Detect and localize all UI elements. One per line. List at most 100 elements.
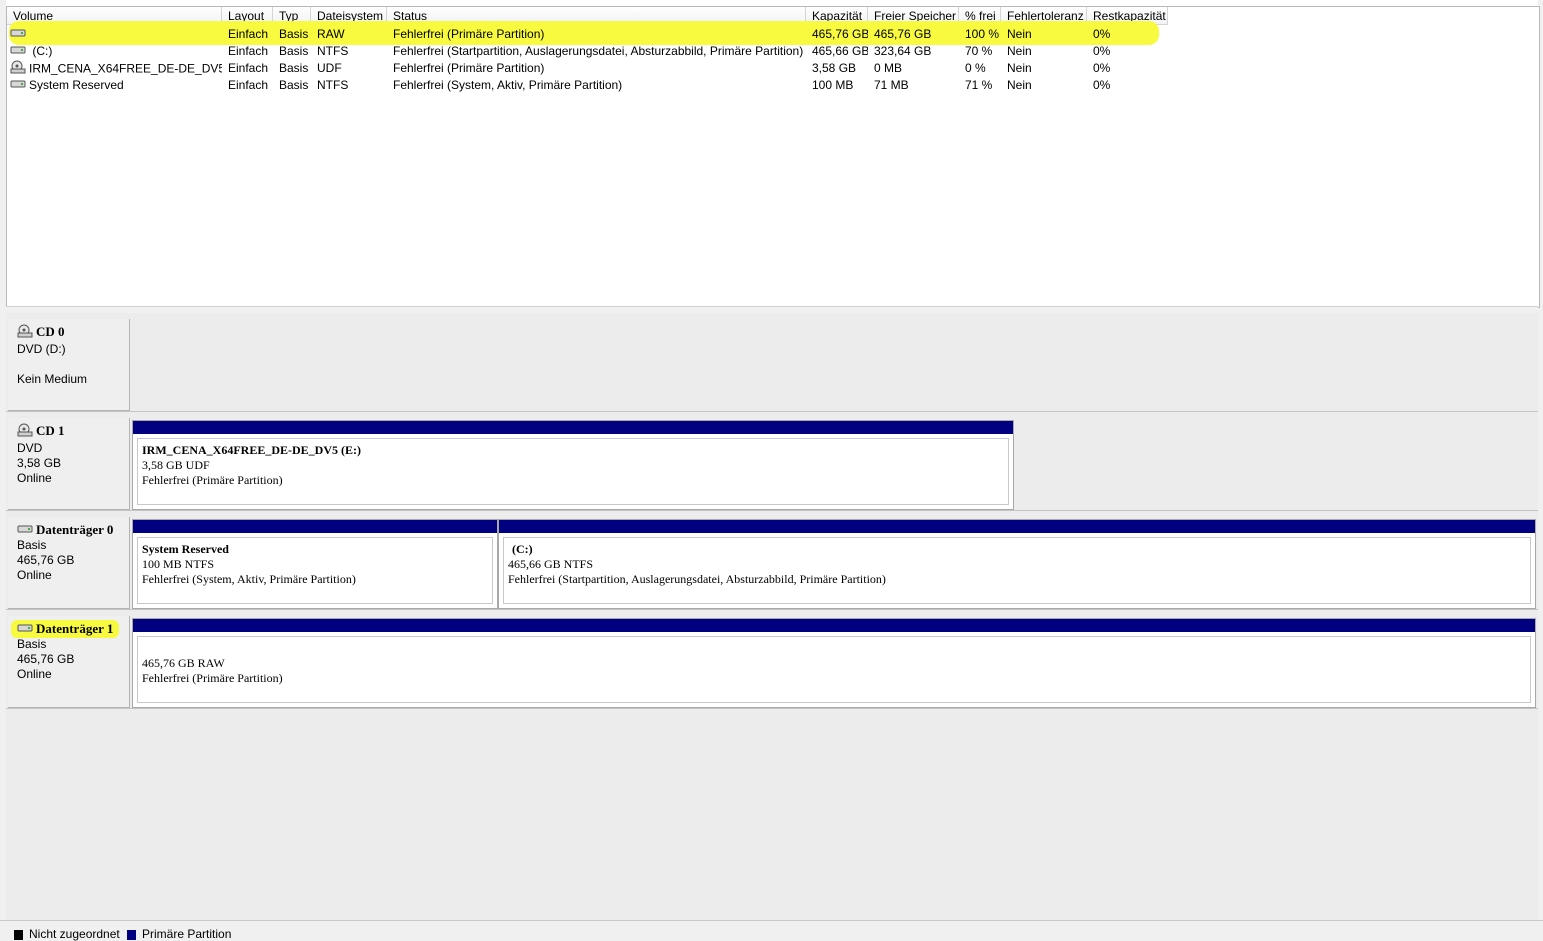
freier-speicher-cell: 71 MB xyxy=(874,78,909,92)
kapazitaet-cell: 465,76 GB xyxy=(812,27,868,41)
volume-cell: System Reserved xyxy=(7,77,222,94)
disk-label-cd0[interactable]: CD 0 DVD (D:) Kein Medium xyxy=(8,319,130,411)
partition-title: System Reserved xyxy=(142,542,229,556)
restkapazitaet-cell: 0% xyxy=(1093,44,1111,58)
disk-info-line: 465,76 GB xyxy=(17,652,75,667)
volume-name: IRM_CENA_X64FREE_DE-DE_DV5 (E:) xyxy=(29,61,222,76)
freier-speicher-cell: 323,64 GB xyxy=(874,44,932,58)
disk-info-line: Basis xyxy=(17,637,47,652)
legend-bar: Nicht zugeordnet Primäre Partition xyxy=(0,920,1543,941)
disk-row-cd1: CD 1 DVD 3,58 GB Online IRM_CENA_X64FREE… xyxy=(6,412,1538,511)
kapazitaet-cell: 100 MB xyxy=(812,78,854,92)
fehlertoleranz-cell: Nein xyxy=(1007,44,1032,58)
volume-row[interactable]: (C:) Einfach Basis NTFS Fehlerfrei (Star… xyxy=(7,43,1539,60)
hard-disk-icon xyxy=(10,43,26,60)
volume-name: (C:) xyxy=(29,44,53,58)
kapazitaet-cell: 465,66 GB xyxy=(812,44,868,58)
disk-separator xyxy=(6,708,1538,709)
disk-info-line: DVD xyxy=(17,441,43,455)
disk-info-line: 3,58 GB xyxy=(17,456,62,470)
legend-label-primary: Primäre Partition xyxy=(142,927,232,941)
legend-swatch-primary xyxy=(127,930,136,940)
freier-speicher-cell: 465,76 GB xyxy=(874,27,932,41)
disk-info-line xyxy=(17,357,129,372)
volume-row[interactable]: System Reserved Einfach Basis NTFS Fehle… xyxy=(7,77,1539,94)
partition-status: Fehlerfrei (Primäre Partition) xyxy=(142,473,283,487)
disk-info-line: Kein Medium xyxy=(17,372,88,386)
disk-label-datentraeger0[interactable]: Datenträger 0 Basis 465,76 GB Online xyxy=(8,517,130,609)
prozent-frei-cell: 70 % xyxy=(965,44,993,58)
partition-size: 465,76 GB RAW xyxy=(142,656,225,670)
disk-info-line: Online xyxy=(17,471,52,485)
disk-graphical-view: CD 0 DVD (D:) Kein Medium CD 1 DVD 3,58 … xyxy=(6,313,1538,920)
partition-title: (C:) xyxy=(512,542,533,556)
freier-speicher-cell: 0 MB xyxy=(874,61,903,75)
restkapazitaet-cell: 0% xyxy=(1093,61,1111,75)
partition-details: 465,76 GB RAW Fehlerfrei (Primäre Partit… xyxy=(137,636,1531,703)
prozent-frei-cell: 100 % xyxy=(965,27,1000,41)
fehlertoleranz-cell: Nein xyxy=(1007,78,1032,92)
primary-partition-bar xyxy=(133,421,1013,434)
partition-c[interactable]: (C:) 465,66 GB NTFS Fehlerfrei (Startpar… xyxy=(498,519,1536,609)
disk-row-datentraeger1: Datenträger 1 Basis 465,76 GB Online 465… xyxy=(6,610,1538,709)
dateisystem-cell: NTFS xyxy=(317,44,349,58)
disk-title-line: Datenträger 1 xyxy=(11,620,129,638)
hard-disk-icon xyxy=(10,26,26,43)
disk-info-line: Online xyxy=(17,667,52,682)
restkapazitaet-cell: 0% xyxy=(1093,78,1111,92)
prozent-frei-cell: 71 % xyxy=(965,78,993,92)
hard-disk-icon xyxy=(17,622,33,637)
partition-details: System Reserved 100 MB NTFS Fehlerfrei (… xyxy=(137,537,493,604)
primary-partition-bar xyxy=(133,520,497,533)
typ-cell: Basis xyxy=(279,27,309,41)
volume-cell: IRM_CENA_X64FREE_DE-DE_DV5 (E:) xyxy=(7,60,222,77)
partition-size: 100 MB NTFS xyxy=(142,557,215,571)
disk-info-line: Online xyxy=(17,568,52,583)
cd-drive-icon xyxy=(17,423,33,441)
disk-name: Datenträger 0 xyxy=(36,522,114,537)
layout-cell: Einfach xyxy=(228,27,269,41)
typ-cell: Basis xyxy=(279,61,309,75)
volume-list[interactable]: Volume Layout Typ Dateisystem Status Kap… xyxy=(6,6,1540,308)
dvd-drive-icon xyxy=(10,60,26,77)
layout-cell: Einfach xyxy=(228,61,269,75)
primary-partition-bar xyxy=(499,520,1535,533)
partition-title xyxy=(142,641,1530,656)
hard-disk-icon xyxy=(17,523,33,538)
layout-cell: Einfach xyxy=(228,78,269,92)
volume-name: System Reserved xyxy=(29,78,124,92)
kapazitaet-cell: 3,58 GB xyxy=(812,61,857,75)
partition-raw[interactable]: 465,76 GB RAW Fehlerfrei (Primäre Partit… xyxy=(132,618,1536,708)
typ-cell: Basis xyxy=(279,78,309,92)
volume-row[interactable]: IRM_CENA_X64FREE_DE-DE_DV5 (E:) Einfach … xyxy=(7,60,1539,77)
partition-status: Fehlerfrei (Startpartition, Auslagerungs… xyxy=(508,572,886,586)
partition-e[interactable]: IRM_CENA_X64FREE_DE-DE_DV5 (E:) 3,58 GB … xyxy=(132,420,1014,510)
legend-label-unallocated: Nicht zugeordnet xyxy=(29,927,120,941)
legend-swatch-unallocated xyxy=(14,930,23,940)
volume-cell: (C:) xyxy=(7,43,222,60)
disk-label-datentraeger1[interactable]: Datenträger 1 Basis 465,76 GB Online xyxy=(8,616,130,708)
disk-info-line: 465,76 GB xyxy=(17,553,75,568)
status-cell: Fehlerfrei (System, Aktiv, Primäre Parti… xyxy=(393,78,623,92)
disk-row-datentraeger0: Datenträger 0 Basis 465,76 GB Online Sys… xyxy=(6,511,1538,610)
disk-label-cd1[interactable]: CD 1 DVD 3,58 GB Online xyxy=(8,418,130,510)
partition-status: Fehlerfrei (System, Aktiv, Primäre Parti… xyxy=(142,572,356,586)
volume-row[interactable]: Einfach Basis RAW Fehlerfrei (Primäre Pa… xyxy=(7,21,1539,45)
prozent-frei-cell: 0 % xyxy=(965,61,986,75)
partition-status: Fehlerfrei (Primäre Partition) xyxy=(142,671,283,685)
typ-cell: Basis xyxy=(279,44,309,58)
dateisystem-cell: UDF xyxy=(317,61,342,75)
restkapazitaet-cell: 0% xyxy=(1093,27,1111,41)
disk-info-line: Basis xyxy=(17,538,47,553)
partition-details: IRM_CENA_X64FREE_DE-DE_DV5 (E:) 3,58 GB … xyxy=(137,438,1009,505)
status-cell: Fehlerfrei (Primäre Partition) xyxy=(393,27,545,41)
status-cell: Fehlerfrei (Primäre Partition) xyxy=(393,61,545,75)
hard-disk-icon xyxy=(10,77,26,94)
partition-system-reserved[interactable]: System Reserved 100 MB NTFS Fehlerfrei (… xyxy=(132,519,498,609)
disk-info-line: DVD (D:) xyxy=(17,342,66,356)
partition-size: 465,66 GB NTFS xyxy=(508,557,594,571)
partition-details: (C:) 465,66 GB NTFS Fehlerfrei (Startpar… xyxy=(503,537,1531,604)
primary-partition-bar xyxy=(133,619,1535,632)
disk-row-cd0: CD 0 DVD (D:) Kein Medium xyxy=(6,313,1538,412)
disk-name: Datenträger 1 xyxy=(36,621,114,636)
